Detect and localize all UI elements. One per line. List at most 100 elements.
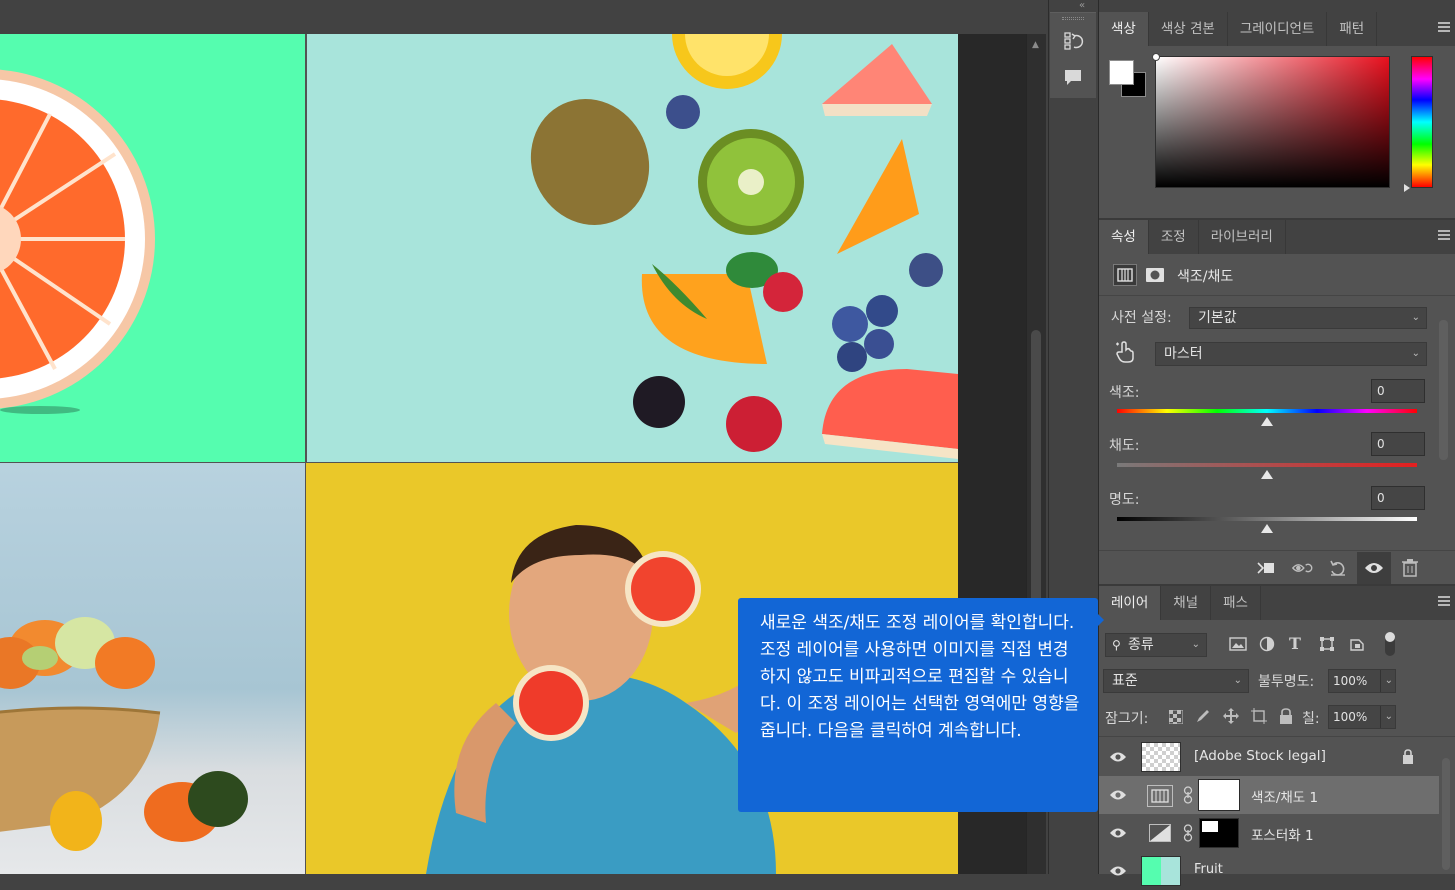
document-tab-bar <box>0 0 1048 34</box>
properties-scrollbar[interactable] <box>1437 306 1451 546</box>
tab-layers[interactable]: 레이어 <box>1099 586 1162 620</box>
filter-shape-icon[interactable] <box>1319 636 1335 652</box>
visibility-eye-icon[interactable] <box>1109 788 1127 802</box>
layer-row-selected[interactable]: 색조/채도 1 <box>1099 776 1439 814</box>
layer-row[interactable]: [Adobe Stock legal] <box>1099 738 1439 776</box>
channel-value: 마스터 <box>1164 346 1203 362</box>
visibility-eye-icon[interactable] <box>1109 750 1127 764</box>
adjustment-type-icon[interactable] <box>1113 264 1137 286</box>
grapefruit-half-illustration <box>0 69 155 414</box>
visibility-eye-icon[interactable] <box>1109 826 1127 840</box>
color-panel-menu-icon[interactable] <box>1438 22 1450 32</box>
saturation-slider-track[interactable] <box>1117 463 1417 467</box>
view-previous-state-icon[interactable] <box>1291 557 1313 579</box>
tab-paths[interactable]: 패스 <box>1211 586 1261 620</box>
visibility-eye-icon[interactable] <box>1109 864 1127 878</box>
layer-row[interactable]: Fruit <box>1099 852 1439 890</box>
chevron-down-icon: ⌄ <box>1411 348 1420 359</box>
chevron-down-icon: ⌄ <box>1379 706 1393 728</box>
hue-slider-knob[interactable] <box>1261 417 1273 426</box>
layer-thumbnail <box>1141 742 1181 772</box>
tab-channels[interactable]: 채널 <box>1161 586 1212 620</box>
lightness-slider-track[interactable] <box>1117 517 1417 521</box>
link-icon[interactable] <box>1183 824 1193 842</box>
tab-gradients[interactable]: 그레이디언트 <box>1228 12 1328 46</box>
scrollbar-thumb[interactable] <box>1031 330 1041 640</box>
layer-name: Fruit <box>1194 862 1223 877</box>
lock-icon <box>1403 749 1413 764</box>
layer-mask-thumbnail[interactable] <box>1198 779 1240 811</box>
blend-mode-dropdown[interactable]: 표준 ⌄ <box>1103 669 1249 693</box>
tab-properties[interactable]: 속성 <box>1099 220 1149 254</box>
layer-row[interactable]: 포스터화 1 <box>1099 814 1439 852</box>
comment-icon[interactable] <box>1060 65 1086 89</box>
lock-label: 잠그기: <box>1105 711 1149 727</box>
layer-name: [Adobe Stock legal] <box>1194 748 1326 764</box>
channel-dropdown[interactable]: 마스터 ⌄ <box>1155 342 1427 366</box>
scrollbar-thumb[interactable] <box>1442 758 1450 870</box>
layer-filter-value: 종류 <box>1128 637 1154 653</box>
hue-value-input[interactable]: 0 <box>1371 379 1425 403</box>
hue-slider-track[interactable] <box>1117 409 1417 413</box>
drag-grip-icon[interactable] <box>1062 17 1084 20</box>
history-icon[interactable] <box>1060 29 1086 53</box>
link-icon[interactable] <box>1183 786 1193 804</box>
properties-panel-menu-icon[interactable] <box>1438 230 1450 240</box>
preset-dropdown[interactable]: 기본값 ⌄ <box>1189 307 1427 329</box>
layer-thumbnail <box>1141 856 1181 886</box>
lock-transparent-pixels-icon[interactable] <box>1168 709 1184 725</box>
lock-image-pixels-icon[interactable] <box>1195 708 1211 724</box>
lock-artboard-icon[interactable] <box>1251 708 1267 724</box>
layers-panel-menu-icon[interactable] <box>1438 596 1450 606</box>
scrollbar-thumb[interactable] <box>1439 320 1448 460</box>
blend-mode-value: 표준 <box>1112 673 1138 689</box>
layers-scrollbar[interactable] <box>1439 740 1453 874</box>
layer-mask-thumbnail[interactable] <box>1199 818 1239 848</box>
fill-input[interactable]: 100% ⌄ <box>1328 705 1396 729</box>
preset-value: 기본값 <box>1198 310 1237 326</box>
tab-patterns[interactable]: 패턴 <box>1327 12 1378 46</box>
filter-type-icon[interactable]: T <box>1289 634 1305 653</box>
layer-mask-icon[interactable] <box>1143 264 1167 286</box>
collapse-panels-icon[interactable]: « <box>1079 0 1085 11</box>
layer-filter-dropdown[interactable]: ⚲ 종류 ⌄ <box>1105 633 1207 657</box>
color-picker-knob[interactable] <box>1152 53 1160 61</box>
visibility-eye-icon[interactable] <box>1363 557 1385 579</box>
chevron-down-icon: ⌄ <box>1411 312 1420 323</box>
tab-color[interactable]: 색상 <box>1099 12 1149 46</box>
filter-adjustment-icon[interactable] <box>1259 636 1275 652</box>
hue-label: 색조: <box>1109 385 1140 401</box>
saturation-slider-knob[interactable] <box>1261 470 1273 479</box>
filter-pixel-icon[interactable] <box>1229 636 1247 652</box>
opacity-label: 불투명도: <box>1258 674 1315 690</box>
layer-name: 포스터화 1 <box>1251 828 1314 844</box>
trash-icon[interactable] <box>1399 557 1421 579</box>
tab-adjustments[interactable]: 조정 <box>1149 220 1199 254</box>
fruit-bowl-illustration <box>0 617 248 851</box>
clip-to-layer-icon[interactable] <box>1255 557 1277 579</box>
hue-slider-knob[interactable] <box>1404 184 1410 192</box>
lightness-slider-knob[interactable] <box>1261 524 1273 533</box>
filter-toggle-switch[interactable] <box>1385 632 1395 656</box>
tutorial-callout[interactable]: 새로운 색조/채도 조정 레이어를 확인합니다. 조정 레이어를 사용하면 이미… <box>738 598 1098 812</box>
foreground-color-swatch[interactable] <box>1109 60 1134 85</box>
preset-label: 사전 설정: <box>1111 310 1172 326</box>
tab-swatches[interactable]: 색상 견본 <box>1149 12 1228 46</box>
chevron-down-icon: ⌄ <box>1379 670 1393 692</box>
hue-slider-strip[interactable] <box>1411 56 1433 188</box>
lock-position-icon[interactable] <box>1223 708 1239 724</box>
color-picker-field[interactable] <box>1155 56 1390 188</box>
tab-libraries[interactable]: 라이브러리 <box>1199 220 1286 254</box>
reset-icon[interactable] <box>1327 557 1349 579</box>
fruit-pieces-on-teal-image <box>307 34 958 462</box>
layers-panel-tabs: 레이어 채널 패스 <box>1099 586 1455 620</box>
lock-all-icon[interactable] <box>1279 708 1293 724</box>
saturation-label: 채도: <box>1109 438 1140 454</box>
opacity-input[interactable]: 100% ⌄ <box>1328 669 1396 693</box>
saturation-value-input[interactable]: 0 <box>1371 432 1425 456</box>
scroll-up-icon[interactable]: ▲ <box>1032 40 1039 50</box>
targeted-adjustment-hand-icon[interactable] <box>1115 340 1137 364</box>
chevron-down-icon: ⌄ <box>1191 639 1200 650</box>
lightness-value-input[interactable]: 0 <box>1371 486 1425 510</box>
filter-smart-object-icon[interactable] <box>1349 636 1365 652</box>
